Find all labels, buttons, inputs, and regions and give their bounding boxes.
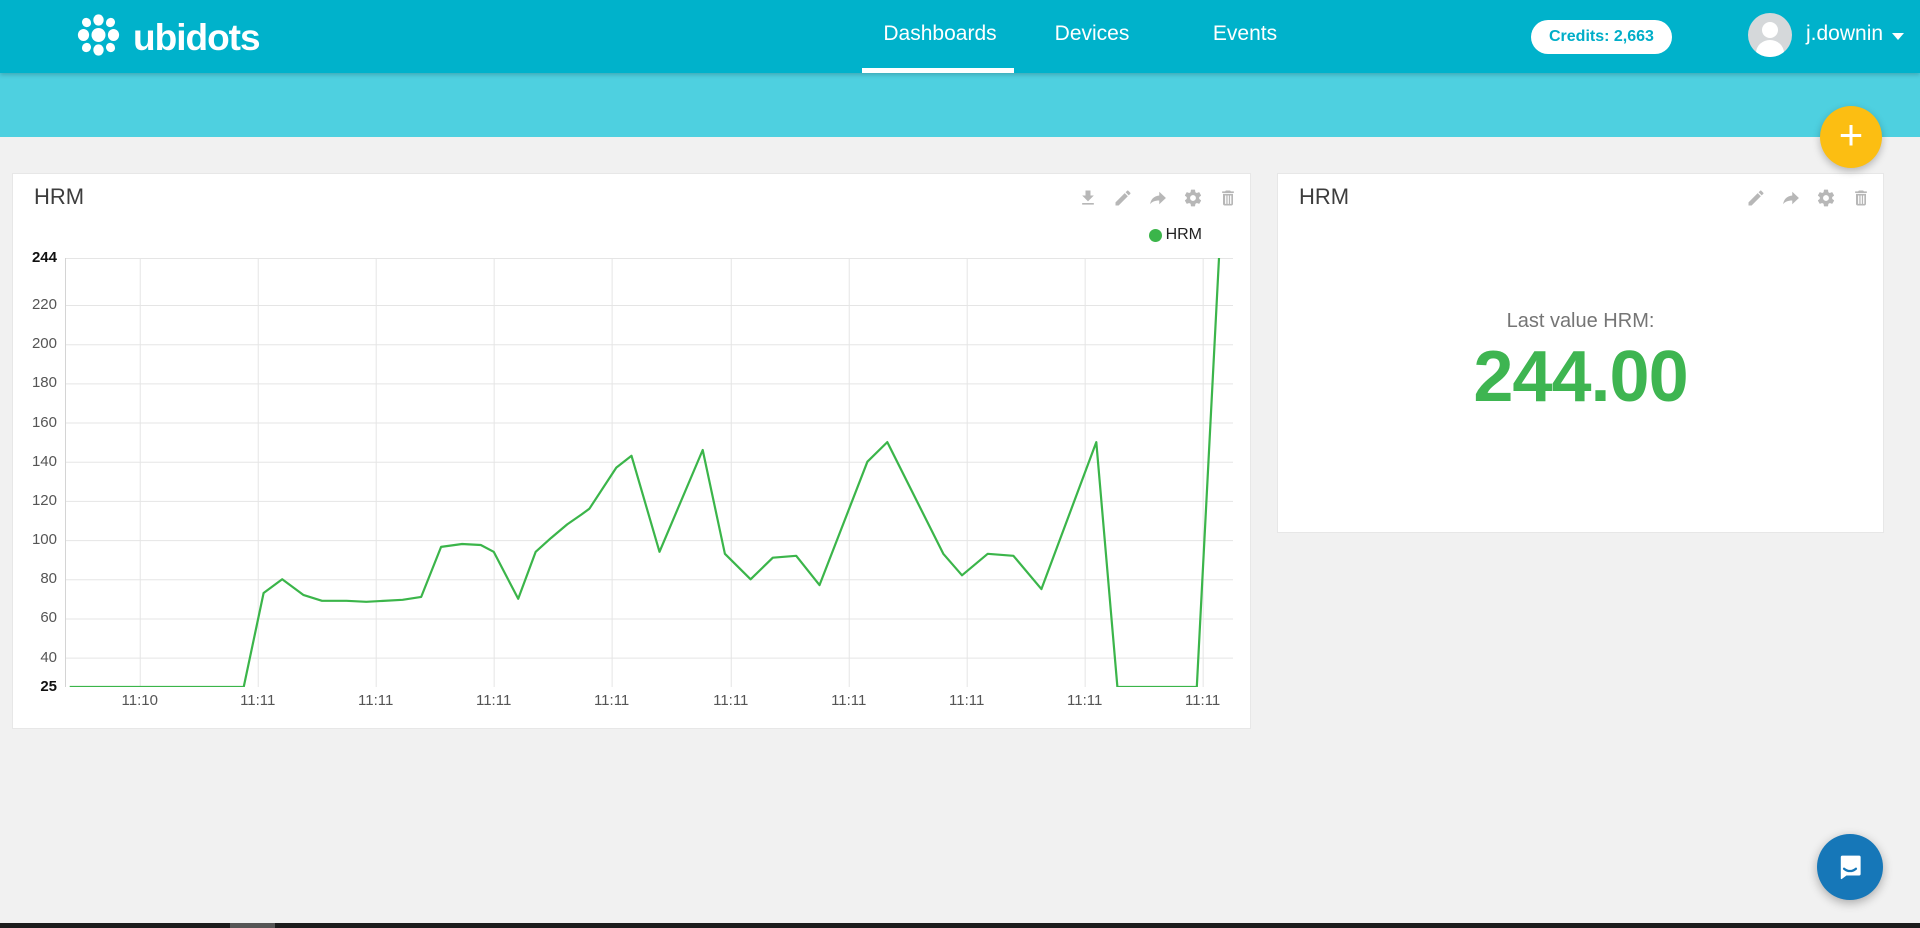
brand-name: ubidots <box>133 17 260 59</box>
download-icon[interactable] <box>1078 188 1098 208</box>
x-tick-label: 11:11 <box>577 692 647 709</box>
hrm-series-line <box>70 258 1219 687</box>
edit-icon[interactable] <box>1113 188 1133 208</box>
y-tick-label: 220 <box>13 296 57 314</box>
x-tick-label: 11:11 <box>1168 692 1238 709</box>
credits-badge[interactable]: Credits: 2,663 <box>1531 20 1672 54</box>
ubidots-logo[interactable]: ubidots <box>76 12 260 63</box>
y-tick-label: 160 <box>13 414 57 432</box>
x-tick-label: 11:11 <box>341 692 411 709</box>
y-tick-label: 40 <box>13 649 57 667</box>
hrm-chart-widget: HRM HRM 244 220 200 180 160 140 120 100 80 60 40 25… <box>12 173 1251 729</box>
active-tab-underline <box>862 68 1014 73</box>
tab-devices[interactable]: Devices <box>1055 22 1130 46</box>
chart-canvas <box>65 258 1233 687</box>
y-tick-label: 60 <box>13 609 57 627</box>
value-widget-toolbar <box>1746 188 1871 208</box>
intercom-chat-button[interactable] <box>1817 834 1883 900</box>
delete-icon[interactable] <box>1218 188 1238 208</box>
tab-events[interactable]: Events <box>1213 22 1277 46</box>
tab-dashboards[interactable]: Dashboards <box>883 22 996 46</box>
legend-label: HRM <box>1166 226 1202 244</box>
x-tick-label: 11:11 <box>932 692 1002 709</box>
y-tick-label: 120 <box>13 492 57 510</box>
intercom-messenger-icon <box>1833 850 1867 884</box>
settings-icon[interactable] <box>1816 188 1836 208</box>
x-tick-label: 11:11 <box>1050 692 1120 709</box>
top-nav-bar: ubidots Dashboards Devices Events Credit… <box>0 0 1920 73</box>
x-tick-label: 11:10 <box>105 692 175 709</box>
y-tick-label: 100 <box>13 531 57 549</box>
widget-title: HRM <box>34 184 84 210</box>
y-tick-label: 80 <box>13 570 57 588</box>
y-tick-label: 140 <box>13 453 57 471</box>
ubidots-logo-icon <box>76 12 121 63</box>
chart-legend[interactable]: HRM <box>1149 226 1202 244</box>
edit-icon[interactable] <box>1746 188 1766 208</box>
legend-dot <box>1149 229 1162 242</box>
dashboard-header-bar <box>0 73 1920 137</box>
username: j.downin <box>1806 22 1883 46</box>
last-value-number: 244.00 <box>1278 336 1883 418</box>
avatar[interactable] <box>1748 13 1792 57</box>
x-tick-label: 11:11 <box>223 692 293 709</box>
chevron-down-icon <box>1892 33 1904 40</box>
y-tick-label: 25 <box>13 678 57 696</box>
chart-widget-toolbar <box>1078 188 1238 208</box>
horizontal-scrollbar <box>0 923 1920 928</box>
share-icon[interactable] <box>1148 188 1168 208</box>
hrm-line-chart <box>65 258 1233 687</box>
person-icon <box>1748 13 1792 57</box>
user-menu[interactable]: j.downin <box>1806 22 1904 46</box>
settings-icon[interactable] <box>1183 188 1203 208</box>
widget-title: HRM <box>1299 184 1349 210</box>
y-tick-label: 200 <box>13 335 57 353</box>
x-tick-label: 11:11 <box>814 692 884 709</box>
y-tick-label: 244 <box>13 249 57 267</box>
scrollbar-thumb[interactable] <box>230 923 275 928</box>
hrm-value-widget: HRM Last value HRM: 244.00 <box>1277 173 1884 533</box>
share-icon[interactable] <box>1781 188 1801 208</box>
x-tick-label: 11:11 <box>696 692 766 709</box>
y-tick-label: 180 <box>13 374 57 392</box>
add-widget-button[interactable]: + <box>1820 106 1882 168</box>
last-value-label: Last value HRM: <box>1278 310 1883 333</box>
x-tick-label: 11:11 <box>459 692 529 709</box>
delete-icon[interactable] <box>1851 188 1871 208</box>
